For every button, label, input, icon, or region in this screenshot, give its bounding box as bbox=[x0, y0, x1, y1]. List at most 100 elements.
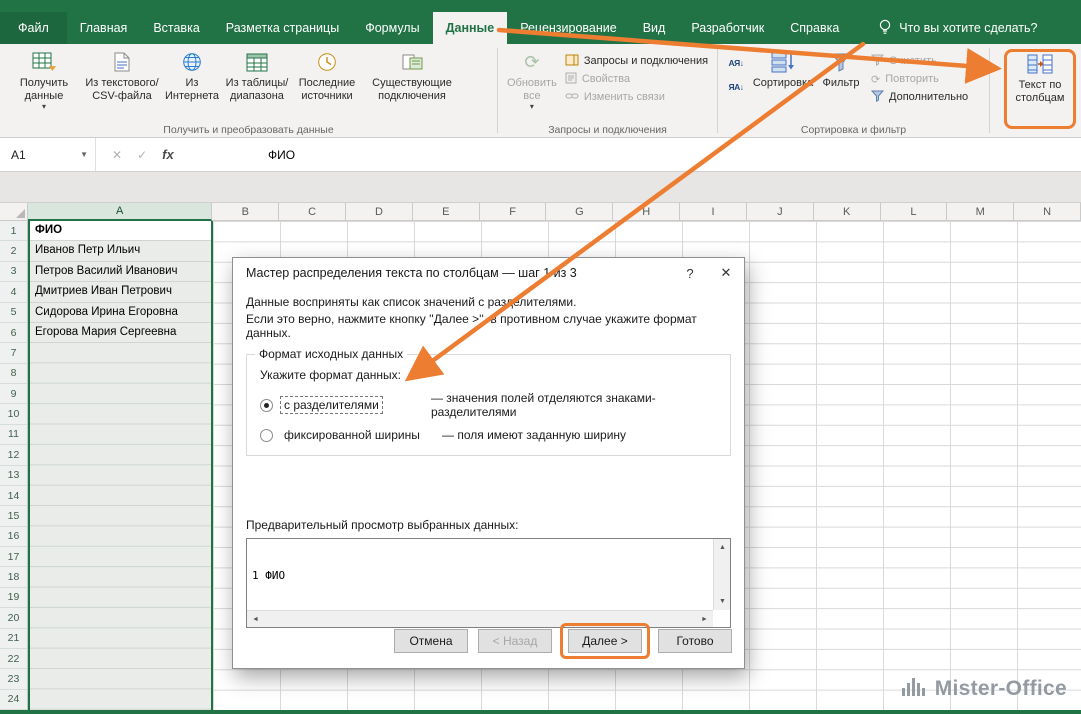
tab-developer[interactable]: Разработчик bbox=[678, 12, 777, 44]
row-header[interactable]: 8 bbox=[0, 364, 27, 384]
tab-file[interactable]: Файл bbox=[0, 12, 67, 44]
row-header[interactable]: 17 bbox=[0, 547, 27, 567]
dialog-intro-line2: Если это верно, нажмите кнопку ''Далее >… bbox=[246, 312, 731, 340]
column-header[interactable]: K bbox=[814, 203, 881, 221]
finish-button[interactable]: Готово bbox=[658, 629, 732, 653]
row-header[interactable]: 5 bbox=[0, 303, 27, 323]
cell-a5[interactable]: Сидорова Ирина Егоровна bbox=[30, 303, 211, 323]
column-header[interactable]: D bbox=[346, 203, 413, 221]
tab-page-layout[interactable]: Разметка страницы bbox=[213, 12, 352, 44]
preview-vertical-scrollbar[interactable]: ▲ ▼ bbox=[713, 539, 730, 610]
name-box[interactable]: A1 ▼ bbox=[0, 138, 96, 171]
tell-me-box[interactable]: Что вы хотите сделать? bbox=[878, 12, 1037, 44]
tab-help[interactable]: Справка bbox=[777, 12, 852, 44]
scroll-right-icon[interactable]: ► bbox=[696, 611, 713, 628]
column-a-empty-cells[interactable] bbox=[30, 343, 211, 710]
row-header[interactable]: 16 bbox=[0, 527, 27, 547]
filter-label: Фильтр bbox=[823, 77, 860, 90]
cancel-button[interactable]: Отмена bbox=[394, 629, 468, 653]
chain-link-icon bbox=[565, 91, 579, 104]
row-header[interactable]: 24 bbox=[0, 690, 27, 710]
column-header-a[interactable]: A bbox=[28, 203, 212, 221]
from-text-csv-button[interactable]: Из текстового/ CSV-файла bbox=[82, 47, 162, 104]
funnel-icon bbox=[831, 49, 851, 75]
tab-home[interactable]: Главная bbox=[67, 12, 141, 44]
tab-insert[interactable]: Вставка bbox=[140, 12, 212, 44]
row-header[interactable]: 21 bbox=[0, 629, 27, 649]
data-preview-box: 1 ФИО 2 Иванов Петр Ильич 3 Петров Васил… bbox=[246, 538, 731, 628]
dialog-help-button[interactable]: ? bbox=[672, 258, 708, 288]
scroll-left-icon[interactable]: ◄ bbox=[247, 611, 264, 628]
delimited-radio[interactable] bbox=[260, 399, 273, 412]
column-header[interactable]: M bbox=[947, 203, 1014, 221]
row-header[interactable]: 23 bbox=[0, 669, 27, 689]
get-data-button[interactable]: Получить данные ▾ bbox=[6, 47, 82, 113]
cell-a1[interactable]: ФИО bbox=[30, 221, 211, 241]
text-wizard-dialog: Мастер распределения текста по столбцам … bbox=[232, 257, 745, 669]
tab-data[interactable]: Данные bbox=[433, 12, 508, 44]
row-header[interactable]: 6 bbox=[0, 323, 27, 343]
fixed-width-radio[interactable] bbox=[260, 429, 273, 442]
row-header[interactable]: 11 bbox=[0, 425, 27, 445]
dialog-title: Мастер распределения текста по столбцам … bbox=[246, 266, 577, 280]
from-text-csv-label: Из текстового/ CSV-файла bbox=[85, 77, 158, 102]
row-header[interactable]: 4 bbox=[0, 282, 27, 302]
clear-filter-label: Очистить bbox=[889, 55, 937, 67]
row-header[interactable]: 3 bbox=[0, 262, 27, 282]
column-header[interactable]: F bbox=[480, 203, 547, 221]
filter-button[interactable]: Фильтр bbox=[816, 47, 866, 92]
dialog-close-button[interactable]: ✕ bbox=[708, 258, 744, 288]
column-header[interactable]: E bbox=[413, 203, 480, 221]
sort-descending-button[interactable]: ЯА↓ bbox=[724, 77, 748, 97]
formula-input[interactable]: ФИО bbox=[268, 148, 295, 162]
column-header[interactable]: C bbox=[279, 203, 346, 221]
row-header[interactable]: 13 bbox=[0, 466, 27, 486]
row-header[interactable]: 7 bbox=[0, 343, 27, 363]
scroll-up-icon[interactable]: ▲ bbox=[714, 539, 731, 556]
advanced-filter-button[interactable]: Дополнительно bbox=[866, 88, 973, 106]
name-box-dropdown-icon[interactable]: ▼ bbox=[80, 150, 88, 159]
row-header[interactable]: 22 bbox=[0, 649, 27, 669]
tab-view[interactable]: Вид bbox=[630, 12, 679, 44]
row-header[interactable]: 10 bbox=[0, 404, 27, 424]
cell-a6[interactable]: Егорова Мария Сергеевна bbox=[30, 323, 211, 343]
column-header[interactable]: H bbox=[613, 203, 680, 221]
fixed-width-radio-label[interactable]: фиксированной ширины bbox=[280, 426, 424, 444]
column-header[interactable]: N bbox=[1014, 203, 1081, 221]
scroll-down-icon[interactable]: ▼ bbox=[714, 593, 731, 610]
select-all-corner[interactable] bbox=[0, 203, 28, 221]
row-header[interactable]: 15 bbox=[0, 506, 27, 526]
cell-a3[interactable]: Петров Василий Иванович bbox=[30, 262, 211, 282]
from-table-range-button[interactable]: Из таблицы/ диапазона bbox=[222, 47, 292, 104]
dialog-title-bar[interactable]: Мастер распределения текста по столбцам … bbox=[233, 258, 744, 288]
reapply-filter-label: Повторить bbox=[885, 73, 939, 85]
row-header[interactable]: 20 bbox=[0, 608, 27, 628]
insert-function-button[interactable]: fx bbox=[162, 147, 174, 162]
column-header[interactable]: J bbox=[747, 203, 814, 221]
column-header[interactable]: I bbox=[680, 203, 747, 221]
recent-sources-label: Последние источники bbox=[299, 77, 356, 102]
recent-sources-button[interactable]: Последние источники bbox=[292, 47, 362, 104]
sort-ascending-button[interactable]: АЯ↓ bbox=[724, 53, 748, 73]
row-header[interactable]: 9 bbox=[0, 384, 27, 404]
clear-funnel-icon bbox=[871, 54, 884, 69]
from-web-button[interactable]: Из Интернета bbox=[162, 47, 222, 104]
tab-formulas[interactable]: Формулы bbox=[352, 12, 432, 44]
queries-connections-button[interactable]: Запросы и подключения bbox=[560, 52, 713, 70]
tab-review[interactable]: Рецензирование bbox=[507, 12, 630, 44]
cell-a2[interactable]: Иванов Петр Ильич bbox=[30, 241, 211, 261]
row-header[interactable]: 12 bbox=[0, 445, 27, 465]
row-header[interactable]: 1 bbox=[0, 221, 27, 241]
column-header[interactable]: G bbox=[546, 203, 613, 221]
from-web-label: Из Интернета bbox=[165, 77, 219, 102]
existing-connections-button[interactable]: Существующие подключения bbox=[362, 47, 462, 104]
row-header[interactable]: 2 bbox=[0, 241, 27, 261]
row-header[interactable]: 19 bbox=[0, 588, 27, 608]
sort-button[interactable]: Сортировка bbox=[750, 47, 816, 92]
column-header[interactable]: L bbox=[881, 203, 948, 221]
row-header[interactable]: 14 bbox=[0, 486, 27, 506]
row-header[interactable]: 18 bbox=[0, 567, 27, 587]
delimited-radio-label[interactable]: с разделителями bbox=[280, 396, 383, 414]
column-header[interactable]: B bbox=[212, 203, 279, 221]
cell-a4[interactable]: Дмитриев Иван Петрович bbox=[30, 282, 211, 302]
